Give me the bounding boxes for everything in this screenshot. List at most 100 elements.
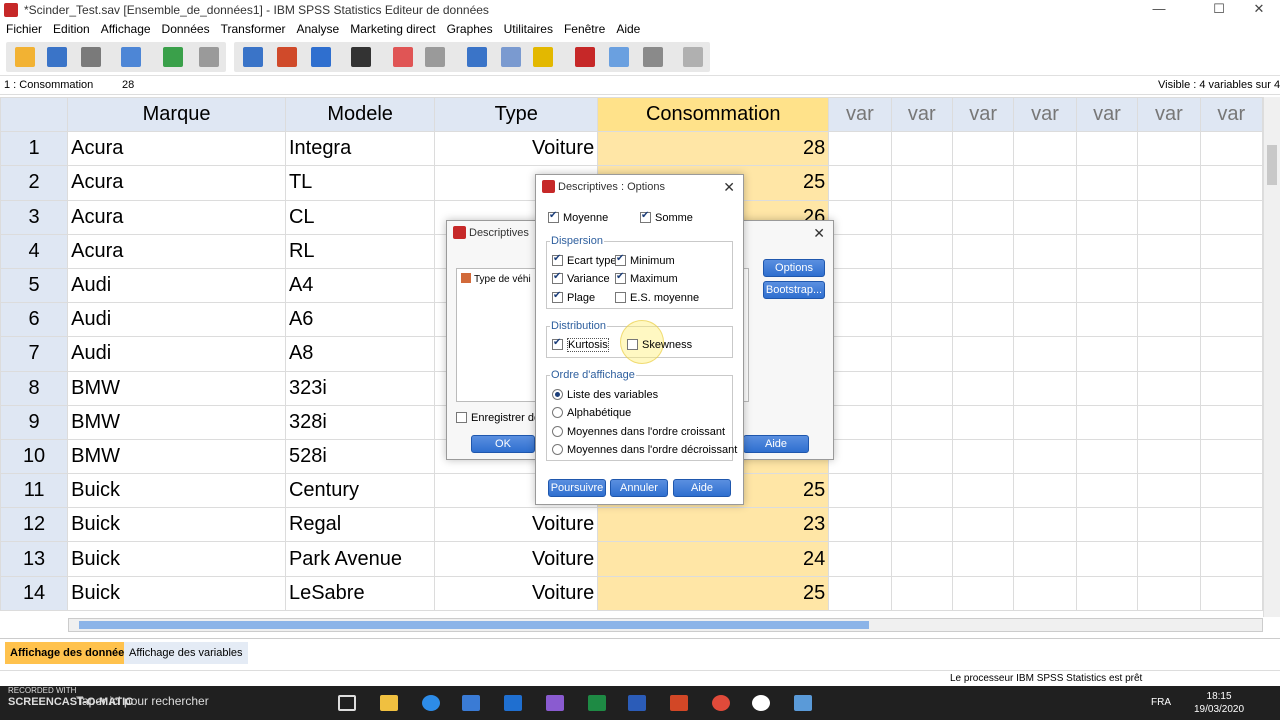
weight-cases-icon[interactable] — [496, 43, 526, 71]
empty-cell[interactable] — [1013, 370, 1077, 406]
row-number[interactable]: 10 — [0, 438, 69, 475]
open-folder-icon[interactable] — [10, 43, 40, 71]
cell-consommation[interactable]: 28 — [597, 131, 830, 167]
empty-cell[interactable] — [890, 404, 953, 440]
empty-cell[interactable] — [1075, 507, 1139, 543]
find-binoculars-icon[interactable] — [346, 43, 376, 71]
bootstrap-button[interactable]: Bootstrap... — [763, 281, 825, 299]
continue-button[interactable]: Poursuivre — [548, 479, 606, 497]
save-standardized-checkbox[interactable]: Enregistrer de — [456, 412, 540, 424]
empty-cell[interactable] — [890, 267, 953, 304]
undo-icon[interactable] — [158, 43, 188, 71]
empty-column-header[interactable]: var — [828, 97, 892, 133]
empty-cell[interactable] — [1013, 302, 1077, 338]
std-dev-checkbox[interactable]: Ecart type — [552, 253, 617, 267]
save-icon[interactable] — [42, 43, 72, 71]
use-variable-sets-icon[interactable] — [604, 43, 634, 71]
radio-dot[interactable] — [552, 407, 563, 418]
empty-column-header[interactable]: var — [1137, 97, 1201, 133]
cell-type[interactable]: Voiture — [434, 131, 599, 167]
help-button[interactable]: Aide — [743, 435, 809, 453]
corner-cell[interactable] — [0, 97, 69, 133]
kurtosis-checkbox[interactable]: Kurtosis — [552, 337, 609, 352]
empty-column-header[interactable]: var — [951, 97, 1015, 133]
empty-cell[interactable] — [1199, 404, 1263, 440]
menu-affichage[interactable]: Affichage — [95, 20, 156, 36]
empty-cell[interactable] — [1013, 165, 1077, 201]
empty-cell[interactable] — [1013, 575, 1077, 611]
empty-cell[interactable] — [1075, 233, 1139, 269]
redo-icon[interactable] — [194, 43, 224, 71]
mail-icon[interactable] — [504, 695, 522, 711]
row-number[interactable]: 6 — [0, 302, 69, 338]
menu-marketing-direct[interactable]: Marketing direct — [344, 20, 440, 36]
cell-modele[interactable]: RL — [284, 233, 436, 269]
order-ascending-radio[interactable]: Moyennes dans l'ordre croissant — [552, 426, 725, 438]
checkbox-box[interactable] — [640, 210, 651, 223]
empty-cell[interactable] — [951, 233, 1015, 269]
checkbox-box[interactable] — [552, 290, 563, 303]
cell-marque[interactable]: Buick — [67, 541, 286, 577]
empty-cell[interactable] — [890, 438, 953, 475]
value-labels-icon[interactable] — [570, 43, 600, 71]
empty-cell[interactable] — [951, 370, 1015, 406]
checkbox-box[interactable] — [548, 210, 559, 223]
edge-browser-icon[interactable] — [422, 695, 440, 711]
menu-aide[interactable]: Aide — [610, 20, 645, 36]
empty-cell[interactable] — [1013, 404, 1077, 440]
empty-cell[interactable] — [1075, 541, 1139, 577]
empty-cell[interactable] — [951, 302, 1015, 338]
insert-variable-icon[interactable] — [420, 43, 450, 71]
cell-modele[interactable]: Regal — [284, 507, 436, 543]
checkbox-box[interactable] — [627, 339, 638, 350]
empty-cell[interactable] — [1137, 507, 1201, 543]
row-number[interactable]: 12 — [0, 507, 69, 543]
empty-cell[interactable] — [1199, 438, 1263, 475]
cell-modele[interactable]: A8 — [284, 336, 436, 372]
maximum-checkbox[interactable]: Maximum — [615, 271, 678, 285]
empty-cell[interactable] — [1013, 507, 1077, 543]
cell-marque[interactable]: Audi — [67, 302, 286, 338]
empty-cell[interactable] — [828, 165, 892, 201]
empty-cell[interactable] — [1199, 507, 1263, 543]
empty-cell[interactable] — [1199, 267, 1263, 304]
tab-data-view[interactable]: Affichage des données — [5, 642, 136, 664]
cell-marque[interactable]: Acura — [67, 199, 286, 235]
cell-marque[interactable]: BMW — [67, 370, 286, 406]
empty-cell[interactable] — [1013, 233, 1077, 269]
empty-cell[interactable] — [890, 507, 953, 543]
menu-analyse[interactable]: Analyse — [291, 20, 345, 36]
cell-marque[interactable]: BMW — [67, 404, 286, 440]
excel-icon[interactable] — [588, 695, 606, 711]
spss-taskbar-icon[interactable] — [794, 695, 812, 711]
checkbox-box[interactable] — [615, 271, 626, 284]
taskbar-search-input[interactable]: Taper ici pour rechercher — [76, 694, 209, 708]
cell-type[interactable]: Voiture — [434, 575, 599, 611]
cell-consommation[interactable]: 23 — [597, 507, 830, 543]
cell-type[interactable]: Voiture — [434, 541, 599, 577]
empty-cell[interactable] — [890, 336, 953, 372]
cell-modele[interactable]: TL — [284, 165, 436, 201]
row-number[interactable]: 3 — [0, 199, 69, 235]
empty-cell[interactable] — [828, 404, 892, 440]
radio-dot[interactable] — [552, 389, 563, 400]
empty-cell[interactable] — [1137, 267, 1201, 304]
empty-cell[interactable] — [1013, 438, 1077, 475]
empty-cell[interactable] — [828, 302, 892, 338]
menu-edition[interactable]: Edition — [47, 20, 95, 36]
dialog-recall-icon[interactable] — [116, 43, 146, 71]
empty-cell[interactable] — [890, 541, 953, 577]
empty-cell[interactable] — [890, 473, 953, 509]
variables-icon[interactable] — [306, 43, 336, 71]
cell-modele[interactable]: Century — [284, 473, 436, 509]
cell-marque[interactable]: Acura — [67, 165, 286, 201]
empty-cell[interactable] — [951, 267, 1015, 304]
recorder-icon[interactable] — [752, 695, 770, 711]
empty-cell[interactable] — [1137, 404, 1201, 440]
empty-cell[interactable] — [1013, 199, 1077, 235]
radio-dot[interactable] — [552, 426, 563, 437]
empty-column-header[interactable]: var — [890, 97, 953, 133]
taskbar-clock[interactable]: 18:15 19/03/2020 — [1194, 690, 1244, 716]
empty-cell[interactable] — [951, 541, 1015, 577]
empty-column-header[interactable]: var — [1075, 97, 1139, 133]
